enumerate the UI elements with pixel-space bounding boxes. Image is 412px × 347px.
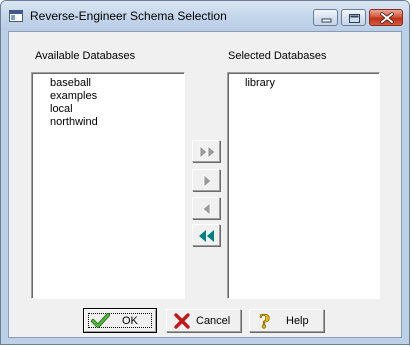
close-button[interactable] xyxy=(369,9,403,26)
close-icon xyxy=(380,12,394,24)
minimize-button[interactable] xyxy=(313,9,338,26)
window-title: Reverse-Engineer Schema Selection xyxy=(30,9,227,23)
list-item[interactable]: local xyxy=(50,103,73,115)
maximize-button[interactable] xyxy=(341,9,366,26)
add-all-button[interactable] xyxy=(192,140,220,162)
dialog-window: Reverse-Engineer Schema Selection Availa… xyxy=(0,0,410,345)
svg-text:?: ? xyxy=(259,311,270,331)
ok-button-label: OK xyxy=(122,315,138,327)
app-window-icon xyxy=(9,10,23,22)
list-item[interactable]: examples xyxy=(50,90,97,102)
double-left-arrow-icon xyxy=(199,230,214,242)
cancel-x-icon xyxy=(174,313,190,329)
checkmark-icon xyxy=(91,313,110,328)
list-item[interactable]: northwind xyxy=(50,116,98,128)
list-item[interactable]: baseball xyxy=(50,77,91,89)
dialog-body: Available Databases baseball examples lo… xyxy=(8,31,402,338)
cancel-button[interactable]: Cancel xyxy=(166,309,241,332)
remove-selected-button[interactable] xyxy=(192,197,220,219)
available-databases-label: Available Databases xyxy=(35,50,136,62)
remove-all-button[interactable] xyxy=(192,224,220,246)
add-selected-button[interactable] xyxy=(192,169,220,191)
double-right-arrow-icon xyxy=(199,145,216,159)
help-button[interactable]: ? Help xyxy=(249,309,324,332)
minimize-icon xyxy=(321,18,332,23)
help-button-label: Help xyxy=(286,315,309,327)
list-item[interactable]: library xyxy=(245,77,275,89)
selected-databases-list[interactable]: library xyxy=(227,72,380,299)
title-bar[interactable]: Reverse-Engineer Schema Selection xyxy=(1,1,409,31)
cancel-button-label: Cancel xyxy=(196,315,231,327)
selected-databases-label: Selected Databases xyxy=(228,50,327,62)
help-question-icon: ? xyxy=(259,311,271,331)
ok-button[interactable]: OK xyxy=(83,308,157,333)
right-arrow-icon xyxy=(203,174,212,188)
maximize-icon xyxy=(349,14,360,23)
available-databases-list[interactable]: baseball examples local northwind xyxy=(31,72,185,299)
left-arrow-icon xyxy=(202,202,211,216)
